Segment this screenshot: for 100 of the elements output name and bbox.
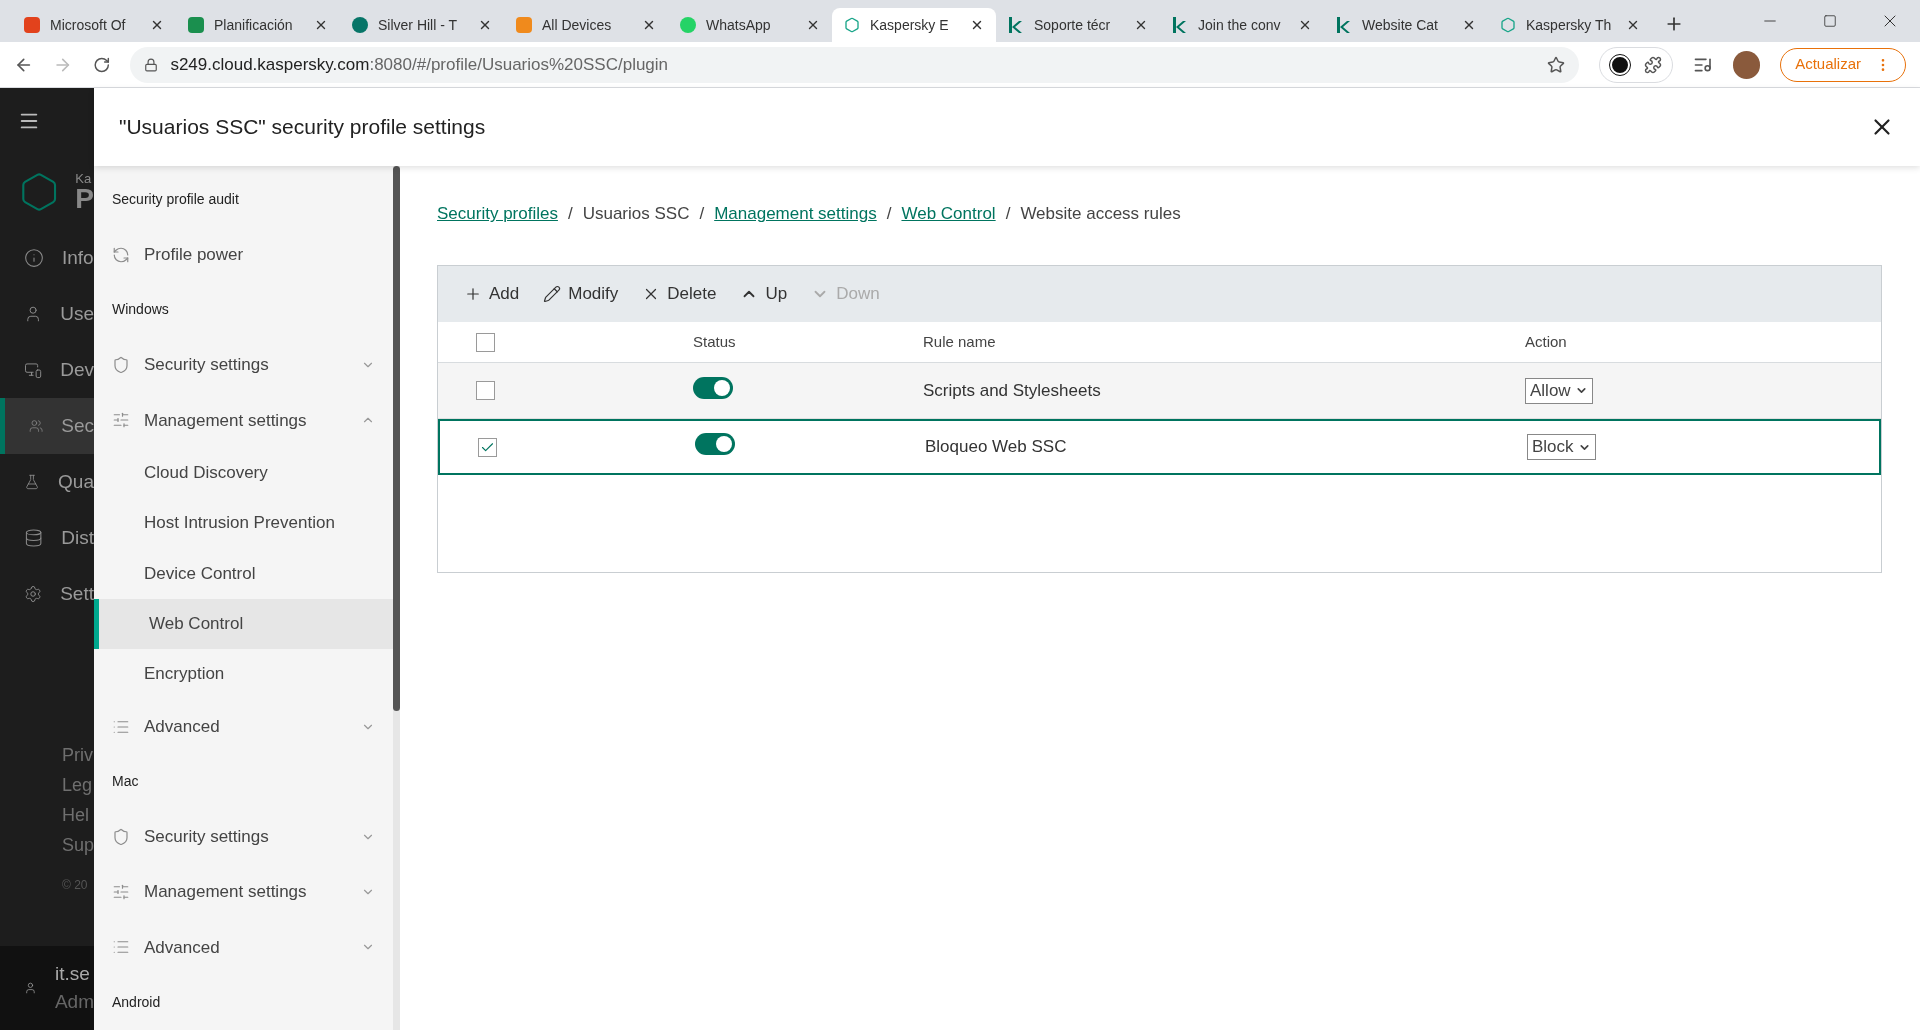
rule-name: Scripts and Stylesheets xyxy=(923,379,1102,402)
column-header[interactable]: Rule name xyxy=(923,330,1525,354)
toolbar-button[interactable]: Up xyxy=(740,281,788,307)
close-icon[interactable] xyxy=(970,18,984,32)
hexagon-icon xyxy=(844,17,860,33)
k-icon xyxy=(1008,17,1024,33)
bookmark-star-icon[interactable] xyxy=(1547,55,1566,74)
k-icon xyxy=(1336,17,1352,33)
info-icon xyxy=(24,248,44,268)
nav-item[interactable]: Dev xyxy=(0,342,94,398)
close-icon[interactable] xyxy=(1134,18,1148,32)
nav-item[interactable]: Info xyxy=(0,230,94,286)
reload-icon[interactable] xyxy=(92,55,111,74)
browser-tab[interactable]: Microsoft Of xyxy=(12,8,176,42)
submenu-item[interactable]: Web Control xyxy=(94,598,393,649)
browser-tab[interactable]: Silver Hill - T xyxy=(340,8,504,42)
menu-item[interactable]: Management settings xyxy=(94,864,393,920)
menu-item[interactable]: Management settings xyxy=(94,392,393,448)
browser-tab[interactable]: Kaspersky Th xyxy=(1488,8,1652,42)
pencil-icon xyxy=(543,285,562,303)
table-row[interactable]: Scripts and Stylesheets Allow xyxy=(438,363,1881,419)
database-icon xyxy=(24,528,44,548)
close-icon[interactable] xyxy=(1626,18,1640,32)
address-bar[interactable]: s249.cloud.kaspersky.com:8080/#/profile/Usuarios%20SSC/plugin xyxy=(130,46,1580,83)
lock-icon xyxy=(144,57,159,72)
browser-tab[interactable]: Soporte técr xyxy=(996,8,1160,42)
maximize-icon[interactable] xyxy=(1823,14,1837,28)
menu-section-title: Security profile audit xyxy=(112,190,239,210)
close-icon[interactable] xyxy=(150,18,164,32)
close-icon[interactable] xyxy=(1462,18,1476,32)
submenu-item[interactable]: Host Intrusion Prevention xyxy=(94,498,393,549)
submenu-item[interactable]: Encryption xyxy=(94,648,393,700)
checkbox[interactable] xyxy=(476,332,495,352)
close-icon[interactable] xyxy=(1298,18,1312,32)
refresh-icon xyxy=(112,245,130,264)
menu-section-title: Windows xyxy=(112,300,169,320)
browser-tab[interactable]: Join the conv xyxy=(1160,8,1324,42)
breadcrumb-link[interactable]: Management settings xyxy=(714,201,877,227)
menu-section-title: Mac xyxy=(112,772,139,792)
puzzle-icon[interactable] xyxy=(1644,55,1663,74)
checkbox[interactable] xyxy=(476,381,495,400)
breadcrumb-text: Usuarios SSC xyxy=(582,203,690,226)
action-select[interactable]: Allow xyxy=(1525,377,1593,404)
checkbox[interactable] xyxy=(478,437,497,457)
nav-item[interactable]: Sett xyxy=(0,566,94,622)
toolbar-button[interactable]: Delete xyxy=(642,281,717,307)
menu-item[interactable]: Advanced xyxy=(94,919,393,975)
menu-item[interactable]: Security settings xyxy=(94,809,393,865)
menu-item[interactable]: Security settings xyxy=(94,337,393,393)
shield-icon xyxy=(112,827,130,846)
breadcrumb-separator: / xyxy=(699,203,705,226)
brand-text: P xyxy=(75,184,94,213)
nav-item[interactable]: Qua xyxy=(0,454,94,510)
close-icon[interactable] xyxy=(314,18,328,32)
sliders-icon xyxy=(112,883,130,902)
rule-name: Bloqueo Web SSC xyxy=(925,436,1068,459)
extension-icon[interactable] xyxy=(1610,54,1631,75)
panel-title: "Usuarios SSC" security profile settings xyxy=(119,114,487,141)
nav-item[interactable]: Use xyxy=(0,286,94,342)
k-icon xyxy=(1172,17,1188,33)
nav-item[interactable]: Dist xyxy=(0,510,94,566)
toolbar-button[interactable]: Add xyxy=(464,281,520,307)
copyright-text: © 20 xyxy=(61,877,89,894)
toggle-switch[interactable] xyxy=(693,376,733,399)
settings-icon xyxy=(24,584,43,604)
nav-item[interactable]: Sec xyxy=(0,398,94,454)
menu-section-title: Android xyxy=(112,992,161,1012)
column-header[interactable]: Action xyxy=(1525,330,1725,354)
hexagon-icon xyxy=(1500,17,1516,33)
shield-icon xyxy=(112,356,130,375)
sliders-icon xyxy=(112,411,130,430)
table-row[interactable]: Bloqueo Web SSC Block xyxy=(438,419,1881,475)
breadcrumb-separator: / xyxy=(886,203,892,226)
menu-item[interactable]: Advanced xyxy=(94,699,393,755)
submenu-item[interactable]: Device Control xyxy=(94,548,393,599)
action-select[interactable]: Block xyxy=(1527,434,1596,460)
browser-tab[interactable]: All Devices xyxy=(504,8,668,42)
scrollbar[interactable] xyxy=(393,166,400,1030)
plus-icon xyxy=(464,285,482,303)
column-header[interactable]: Status xyxy=(693,330,923,354)
breadcrumb-link[interactable]: Security profiles xyxy=(437,201,558,227)
toolbar-button[interactable]: Modify xyxy=(543,281,619,307)
breadcrumb-separator: / xyxy=(567,203,573,226)
browser-tab[interactable]: Website Cat xyxy=(1324,8,1488,42)
toggle-switch[interactable] xyxy=(695,433,735,455)
browser-tab[interactable]: WhatsApp xyxy=(668,8,832,42)
submenu-item[interactable]: Cloud Discovery xyxy=(94,447,393,499)
menu-item[interactable]: Profile power xyxy=(94,227,393,283)
close-icon[interactable] xyxy=(806,18,820,32)
brand-text: Ka xyxy=(75,171,93,185)
url-text: s249.cloud.kaspersky.com:8080/#/profile/Usuarios%20SSC/plugin xyxy=(170,53,670,76)
user-name: it.se xyxy=(54,962,91,986)
avatar[interactable] xyxy=(1732,50,1761,79)
close-icon[interactable] xyxy=(478,18,492,32)
breadcrumb-separator: / xyxy=(1005,203,1011,226)
close-icon[interactable] xyxy=(642,18,656,32)
browser-tab[interactable]: Kaspersky E xyxy=(832,8,996,42)
browser-tab[interactable]: Planificación xyxy=(176,8,340,42)
breadcrumb-link[interactable]: Web Control xyxy=(901,201,996,227)
breadcrumb-text: Website access rules xyxy=(1020,203,1181,226)
